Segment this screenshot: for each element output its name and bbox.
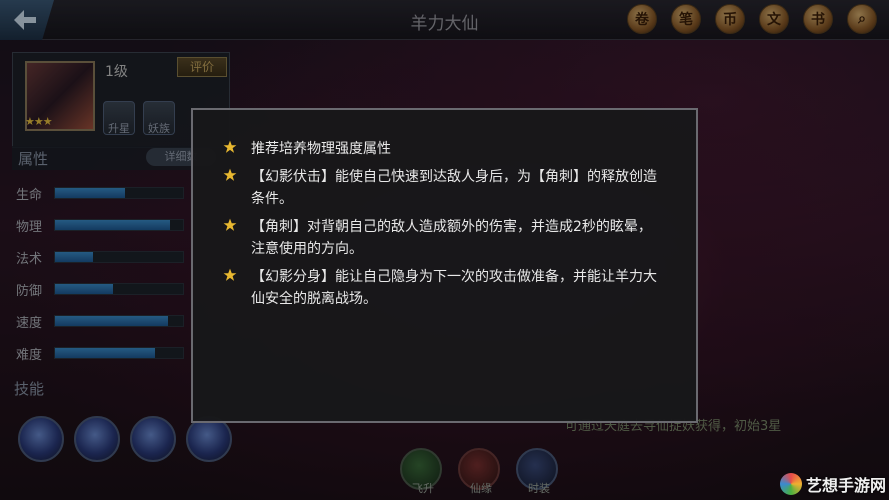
star-icon (223, 140, 237, 153)
star-icon (223, 218, 237, 231)
tip-item: 推荐培养物理强度属性 (223, 138, 663, 160)
tip-text: 【角刺】对背朝自己的敌人造成额外的伤害，并造成2秒的眩晕，注意使用的方向。 (251, 219, 652, 257)
watermark: 艺想手游网 (780, 472, 886, 496)
tip-item: 【幻影伏击】能使自己快速到达敌人身后，为【角刺】的释放创造条件。 (223, 166, 663, 210)
tip-text: 【幻影伏击】能使自己快速到达敌人身后，为【角刺】的释放创造条件。 (251, 169, 657, 207)
tips-list: 推荐培养物理强度属性【幻影伏击】能使自己快速到达敌人身后，为【角刺】的释放创造条… (223, 138, 663, 316)
watermark-logo-icon (780, 473, 802, 495)
tip-text: 【幻影分身】能让自己隐身为下一次的攻击做准备，并能让羊力大仙安全的脱离战场。 (251, 269, 657, 307)
tip-item: 【角刺】对背朝自己的敌人造成额外的伤害，并造成2秒的眩晕，注意使用的方向。 (223, 216, 663, 260)
tip-item: 【幻影分身】能让自己隐身为下一次的攻击做准备，并能让羊力大仙安全的脱离战场。 (223, 266, 663, 310)
star-icon (223, 268, 237, 281)
watermark-text: 艺想手游网 (806, 476, 887, 495)
tip-text: 推荐培养物理强度属性 (251, 141, 391, 157)
star-icon (223, 168, 237, 181)
tips-popup[interactable]: 推荐培养物理强度属性【幻影伏击】能使自己快速到达敌人身后，为【角刺】的释放创造条… (191, 108, 698, 423)
